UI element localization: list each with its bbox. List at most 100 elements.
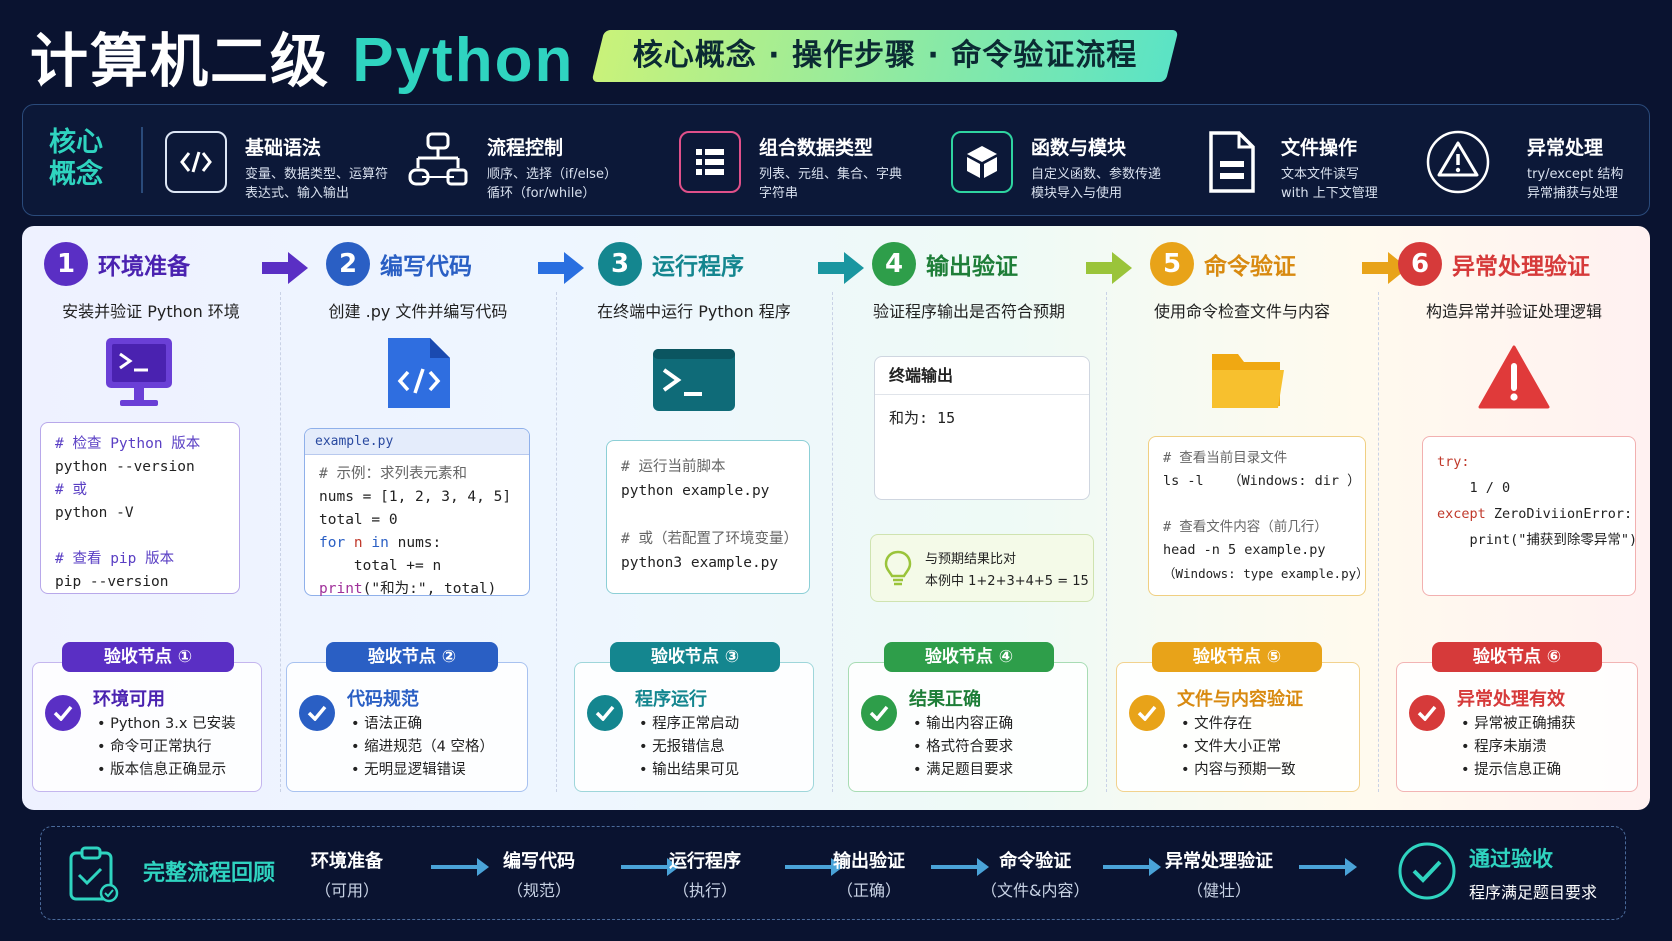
concepts-label: 核心 概念 [49,127,109,191]
flowchart-icon [407,131,469,193]
concept-desc-2: 表达式、输入输出 [245,186,350,201]
review-arrow [1299,858,1357,876]
check-icon [45,695,81,731]
check-badge-2: 验收节点 ② [326,642,498,672]
check-item: • 内容与预期一致 [1181,762,1296,778]
check-icon [861,695,897,731]
python-file-icon [386,336,452,414]
code-keyword: try: [1437,454,1470,470]
code-line: total = 0 [319,512,398,528]
step-5-code-block: # 查看当前目录文件 ls -l （Windows: dir ） # 查看文件内… [1148,436,1369,596]
pass-title: 通过验收 [1469,847,1553,871]
code-line: nums = [1, 2, 3, 4, 5] [319,489,512,505]
step-2-code-block: example.py # 示例：求列表元素和 nums = [1, 2, 3, 4… [304,428,530,597]
check-icon [1129,695,1165,731]
code-keyword: except [1437,506,1486,522]
check-list: • Python 3.x 已安装 • 命令可正常执行 • 版本信息正确显示 [97,713,236,782]
review-step-note: （文件&内容） [981,881,1090,900]
check-item: • 版本信息正确显示 [97,762,227,778]
code-filename-tab: example.py [305,429,529,455]
check-list: • 输出内容正确 • 格式符合要求 • 满足题目要求 [913,713,1013,782]
code-keyword: print [319,581,363,597]
check-item: • 命令可正常执行 [97,739,212,755]
step-name: 运行程序 [652,254,744,280]
check-badge-5: 验收节点 ⑤ [1152,642,1322,672]
terminal-output-box: 终端输出 和为: 15 [874,356,1090,500]
code-comment: # 查看当前目录文件 [1163,450,1288,466]
code-line: python example.py [621,483,770,499]
concept-title: 流程控制 [487,137,564,159]
concept-desc: try/except 结构 异常捕获与处理 [1527,165,1623,203]
pass-text: 通过验收 程序满足题目要求 [1469,843,1597,903]
concept-desc-2: 字符串 [759,186,799,201]
check-item: • Python 3.x 已安装 [97,716,236,732]
concept-desc-1: 变量、数据类型、运算符 [245,167,389,182]
code-line: pip --version [55,574,169,590]
step-number: 5 [1150,242,1194,286]
concept-desc-1: 列表、元组、集合、字典 [759,167,903,182]
review-arrow [931,858,989,876]
concept-title: 函数与模块 [1031,137,1127,159]
check-icon [587,695,623,731]
review-step: 环境准备 （可用） [311,847,383,901]
step-name: 输出验证 [926,254,1018,280]
step-name: 异常处理验证 [1452,254,1590,280]
code-comment: # 运行当前脚本 [621,459,726,475]
concepts-divider [141,127,143,193]
review-step-note: （健壮） [1186,881,1251,900]
check-box-1: 环境可用 • Python 3.x 已安装 • 命令可正常执行 • 版本信息正确… [32,662,262,792]
review-label: 完整流程回顾 [143,861,276,886]
code-line: head -n 5 example.py [1163,542,1326,558]
review-step: 命令验证 （文件&内容） [981,847,1089,901]
concept-desc-1: 自定义函数、参数传递 [1031,167,1162,182]
step-desc: 创建 .py 文件并编写代码 [328,302,508,321]
tip-line-1: 与预期结果比对 [925,552,1017,567]
check-item: • 无明显逻辑错误 [351,762,466,778]
check-item: • 缩进规范（4 空格） [351,739,495,755]
list-icon [679,131,741,193]
error-warning-icon [1478,344,1550,414]
concept-title: 基础语法 [245,137,322,159]
check-box-2: 代码规范 • 语法正确 • 缩进规范（4 空格） • 无明显逻辑错误 [286,662,528,792]
clipboard-check-icon [67,845,119,907]
concept-desc: 自定义函数、参数传递 模块导入与使用 [1031,165,1161,203]
step-desc: 构造异常并验证处理逻辑 [1425,302,1602,321]
cube-icon [951,131,1013,193]
review-step-name: 运行程序 [669,851,741,872]
concept-desc-2: 异常捕获与处理 [1527,186,1619,201]
check-badge-6: 验收节点 ⑥ [1432,642,1602,672]
step-number: 2 [326,242,370,286]
concept-desc-1: try/except 结构 [1527,167,1624,182]
concept-desc-2: 模块导入与使用 [1031,186,1123,201]
review-step-name: 命令验证 [999,851,1072,872]
flow-review-bar: 完整流程回顾 环境准备 （可用） 编写代码 （规范） 运行程序 （执行） 输出验证 （正… [40,826,1626,920]
step-name: 命令验证 [1204,254,1296,280]
step-6-header: 6 异常处理验证 [1398,242,1590,290]
code-keyword: for [319,535,346,551]
step-3-code-block: # 运行当前脚本 python example.py # 或（若配置了环境变量）… [606,440,810,594]
check-item: • 文件大小正常 [1181,739,1282,755]
code-line: ZeroDiviionError: [1485,506,1633,522]
step-number: 6 [1398,242,1442,286]
expected-result-tip: 与预期结果比对 本例中 1+2+3+4+5 = 15 [870,534,1094,602]
pass-check-icon [1397,841,1457,905]
concept-desc: 列表、元组、集合、字典 字符串 [759,165,902,203]
step-number: 1 [44,242,88,286]
check-item: • 提示信息正确 [1461,762,1562,778]
check-list: • 异常被正确捕获 • 程序未崩溃 • 提示信息正确 [1461,713,1576,782]
check-icon [1409,695,1445,731]
step-1-code-block: # 检查 Python 版本 python --version # 或 pyth… [40,422,240,594]
check-title: 环境可用 [93,689,165,710]
code-comment: # 示例：求列表元素和 [319,466,467,482]
concept-desc-1: 顺序、选择（if/else） [487,167,617,182]
folder-icon [1210,346,1286,416]
monitor-icon [104,336,174,416]
review-arrow [1103,858,1161,876]
check-item: • 程序正常启动 [639,716,740,732]
review-step-name: 异常处理验证 [1165,851,1273,872]
pass-desc: 程序满足题目要求 [1469,883,1598,902]
terminal-output-title: 终端输出 [875,357,1089,395]
concept-desc-2: 循环（for/while） [487,186,596,201]
check-box-6: 异常处理有效 • 异常被正确捕获 • 程序未崩溃 • 提示信息正确 [1396,662,1638,792]
subtitle-banner: 核心概念 · 操作步骤 · 命令验证流程 [591,30,1179,82]
